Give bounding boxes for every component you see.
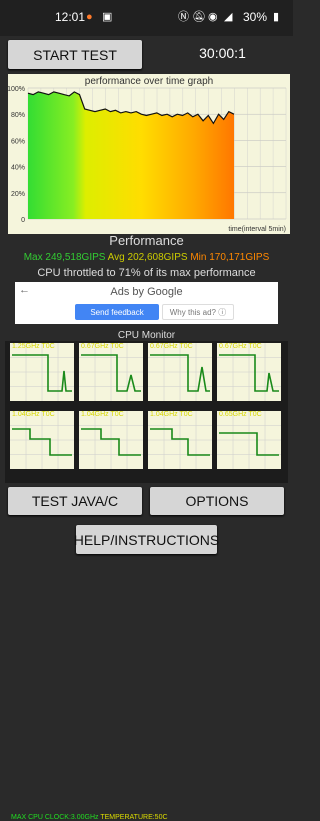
signal-icon: ◢: [224, 11, 233, 23]
performance-stats: Max 249,518GIPS Avg 202,608GIPS Min 170,…: [0, 252, 293, 263]
cpu-core-svg: [148, 343, 212, 401]
cpu-core-graph: 1.04GHz T0C: [79, 411, 143, 469]
y-tick-label: 0: [21, 217, 25, 224]
core-frequency: 1.04GHz: [12, 411, 40, 418]
cpu-core-graph: 1.04GHz T0C: [148, 411, 212, 469]
ad-banner[interactable]: ← Ads by Google Send feedback Why this a…: [15, 282, 278, 324]
nfc-icon: Ⓝ: [178, 11, 189, 23]
cpu-core-label: 1.25GHz T0C: [12, 343, 55, 350]
avg-gips: Avg 202,608GIPS: [107, 252, 188, 263]
cpu-core-label: 1.04GHz T0C: [150, 411, 193, 418]
max-gips: Max 249,518GIPS: [23, 252, 106, 263]
cpu-core-label: 0.65GHz T0C: [219, 411, 262, 418]
cpu-footer: MAX CPU CLOCK:3.00GHz TEMPERATURE:50C: [11, 814, 168, 821]
core-frequency: 1.04GHz: [81, 411, 109, 418]
cpu-core-label: 0.67GHz T0C: [81, 343, 124, 350]
cpu-core-graph: 1.04GHz T0C: [10, 411, 74, 469]
graph-y-ticks: 100% 80% 60% 40% 20% 0: [8, 86, 25, 224]
test-timer: 30:00:1: [199, 45, 246, 61]
core-temperature: T0C: [39, 343, 55, 350]
min-gips: Min 170,171GIPS: [190, 252, 270, 263]
core-temperature: T0C: [177, 411, 193, 418]
core-temperature: T0C: [39, 411, 55, 418]
status-bar: 12:01 ● ▣ Ⓝ 🔕︎ ◉ ◢ 30% ▮: [0, 0, 293, 36]
core-temperature: T0C: [246, 343, 262, 350]
battery-icon: ▮: [273, 11, 280, 23]
cpu-core-svg: [79, 343, 143, 401]
performance-title: Performance: [109, 233, 184, 248]
help-instructions-button[interactable]: HELP/INSTRUCTIONS: [74, 525, 219, 554]
info-icon: ⓘ: [218, 307, 227, 317]
mute-icon: 🔕︎: [192, 11, 206, 23]
cpu-core-svg: [79, 411, 143, 469]
cpu-core-label: 0.67GHz T0C: [219, 343, 262, 350]
core-frequency: 0.67GHz: [219, 343, 247, 350]
cpu-core-label: 1.04GHz T0C: [81, 411, 124, 418]
battery-percent: 30%: [243, 10, 268, 24]
start-test-button[interactable]: START TEST: [8, 40, 142, 69]
cpu-core-label: 0.67GHz T0C: [150, 343, 193, 350]
core-frequency: 1.25GHz: [12, 343, 40, 350]
y-tick-label: 20%: [11, 191, 25, 198]
options-button[interactable]: OPTIONS: [150, 487, 284, 515]
wifi-icon: ◉: [208, 11, 218, 23]
status-time: 12:01: [55, 10, 86, 24]
cpu-core-graph: 1.25GHz T0C: [10, 343, 74, 401]
cpu-core-svg: [148, 411, 212, 469]
y-tick-label: 80%: [11, 112, 25, 119]
why-this-ad-button[interactable]: Why this ad? ⓘ: [162, 304, 234, 320]
throttle-text: CPU throttled to 71% of its max performa…: [37, 267, 256, 279]
y-tick-label: 40%: [11, 165, 25, 172]
core-temperature: T0C: [246, 411, 262, 418]
max-cpu-clock: MAX CPU CLOCK:3.00GHz: [11, 814, 99, 821]
cpu-core-graph: 0.67GHz T0C: [217, 343, 281, 401]
ads-by-google: Ads by Google: [110, 286, 183, 298]
cpu-core-svg: [217, 411, 281, 469]
core-temperature: T0C: [108, 411, 124, 418]
test-java-c-button[interactable]: TEST JAVA/C: [8, 487, 142, 515]
core-frequency: 0.67GHz: [150, 343, 178, 350]
cpu-monitor-panel: 1.25GHz T0C 0.67GHz T0C 0.67GHz T0C 0.67GHz…: [5, 341, 288, 821]
y-tick-label: 60%: [11, 138, 25, 145]
performance-graph: performance over time graph 100% 80% 60% 40…: [8, 74, 290, 234]
core-temperature: T0C: [177, 343, 193, 350]
send-feedback-button[interactable]: Send feedback: [75, 304, 159, 320]
cpu-core-graph: 0.67GHz T0C: [79, 343, 143, 401]
y-tick-label: 100%: [8, 86, 25, 93]
cpu-core-label: 1.04GHz T0C: [12, 411, 55, 418]
cpu-core-svg: [10, 343, 74, 401]
cpu-monitor-title: CPU Monitor: [117, 330, 176, 341]
cpu-core-graph: 0.67GHz T0C: [148, 343, 212, 401]
app-icon: ●: [86, 11, 93, 23]
navigation-bar: [0, 600, 293, 650]
graph-x-label: time(interval 5min): [228, 226, 286, 233]
cpu-temperature: TEMPERATURE:50C: [100, 814, 168, 821]
cpu-core-svg: [10, 411, 74, 469]
cpu-core-graph: 0.65GHz T0C: [217, 411, 281, 469]
core-frequency: 1.04GHz: [150, 411, 178, 418]
performance-chart-svg: 100% 80% 60% 40% 20% 0 time(interval 5min): [8, 86, 287, 233]
why-this-ad-label: Why this ad?: [169, 307, 216, 317]
calendar-icon: ▣: [102, 11, 113, 23]
cpu-core-svg: [217, 343, 281, 401]
core-frequency: 0.65GHz: [219, 411, 247, 418]
core-frequency: 0.67GHz: [81, 343, 109, 350]
core-temperature: T0C: [108, 343, 124, 350]
